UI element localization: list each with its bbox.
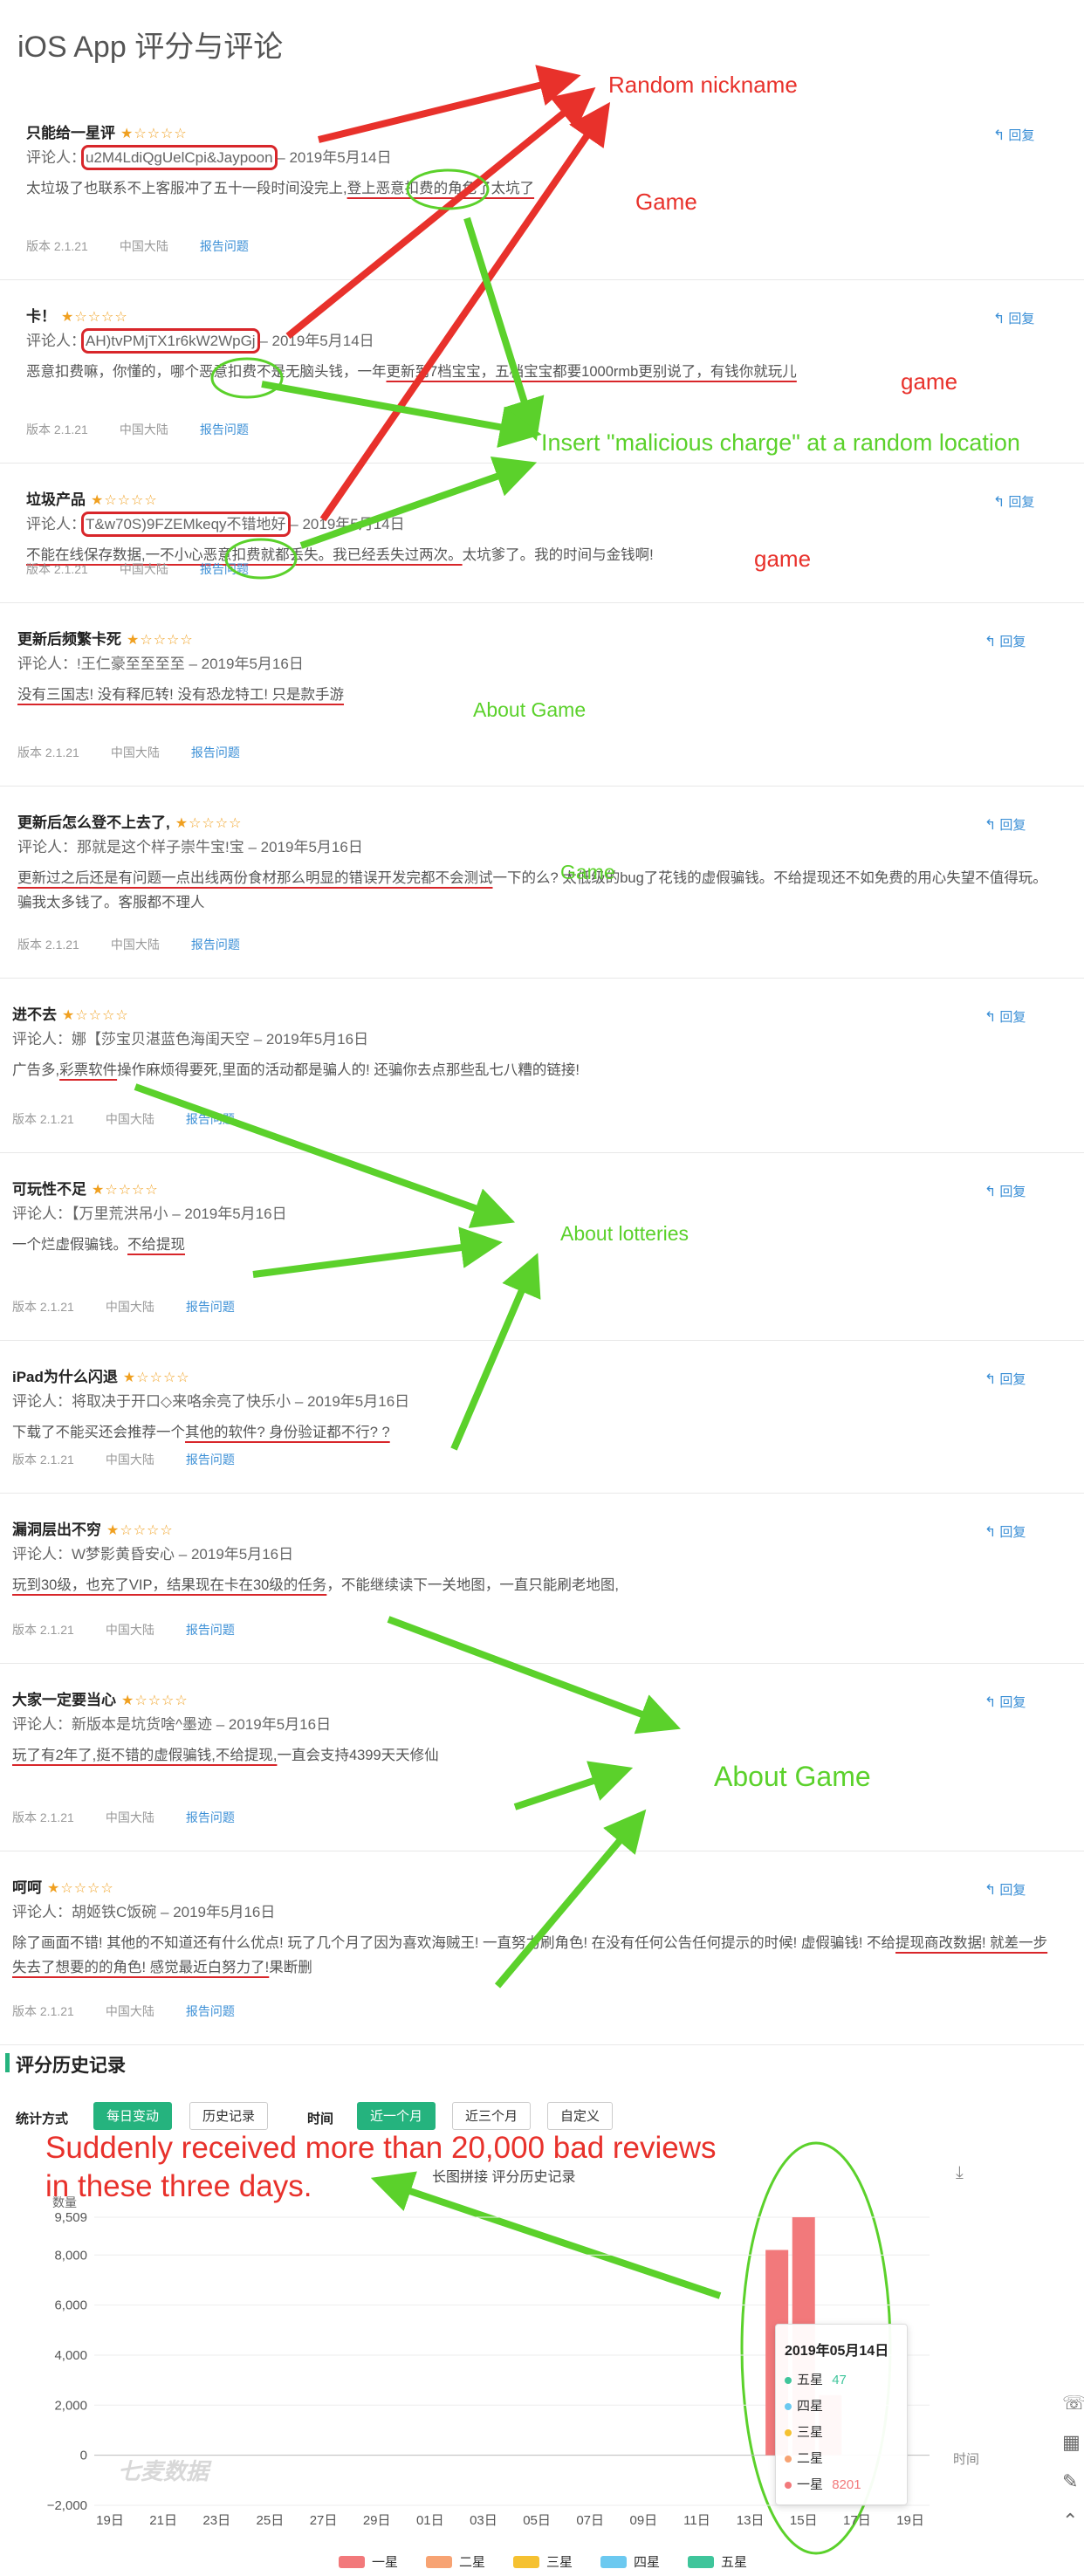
legend-item[interactable]: 二星 bbox=[426, 2552, 485, 2571]
x-tick-label: 25日 bbox=[257, 2513, 285, 2528]
circle-charge-3 bbox=[224, 538, 298, 580]
headset-icon[interactable]: ☏ bbox=[1062, 2392, 1084, 2415]
tooltip-date: 2019年05月14日 bbox=[785, 2344, 889, 2359]
y-tick-label: 0 bbox=[80, 2449, 87, 2463]
y-tick-label: 8,000 bbox=[54, 2248, 87, 2263]
x-axis-label: 时间 bbox=[953, 2452, 979, 2467]
legend-swatch bbox=[688, 2556, 714, 2568]
x-tick-label: 01日 bbox=[416, 2513, 444, 2528]
legend-item[interactable]: 一星 bbox=[339, 2552, 398, 2571]
arrow-lottery-2 bbox=[252, 1226, 503, 1278]
legend-item[interactable]: 四星 bbox=[600, 2552, 660, 2571]
last-three-months-button[interactable]: 近三个月 bbox=[452, 2102, 532, 2130]
watermark: 七麦数据 bbox=[118, 2458, 212, 2484]
legend-label: 一星 bbox=[372, 2555, 399, 2570]
x-tick-label: 27日 bbox=[310, 2513, 338, 2528]
x-tick-label: 19日 bbox=[96, 2513, 124, 2528]
download-icon[interactable]: ⤓ bbox=[956, 2163, 964, 2183]
x-tick-label: 07日 bbox=[576, 2513, 604, 2528]
y-tick-label: 6,000 bbox=[54, 2298, 87, 2313]
time-label: 时间 bbox=[307, 2112, 334, 2126]
arrow-nickname-2 bbox=[285, 86, 596, 340]
x-tick-label: 15日 bbox=[790, 2513, 818, 2528]
arrow-charge-1 bbox=[463, 216, 545, 442]
series-dot-icon bbox=[785, 2456, 792, 2463]
annotation-game-2: game bbox=[901, 368, 958, 395]
series-dot-icon bbox=[785, 2403, 792, 2411]
legend-label: 二星 bbox=[459, 2555, 486, 2570]
rating-history-chart: 9,509 8,000 6,000 4,000 2,000 0 −2,000 19日 21日 2… bbox=[47, 2195, 979, 2528]
x-tick-label: 05日 bbox=[523, 2513, 551, 2528]
arrow-game-2 bbox=[513, 1761, 634, 1810]
tooltip-row-label: 二星 bbox=[797, 2451, 824, 2466]
series-dot-icon bbox=[785, 2482, 792, 2490]
legend-swatch bbox=[339, 2556, 365, 2568]
last-month-button[interactable]: 近一个月 bbox=[357, 2102, 436, 2130]
y-tick-label: 9,509 bbox=[54, 2210, 87, 2225]
annotation-game-3: game bbox=[754, 546, 812, 572]
annotation-about-lotteries: About lotteries bbox=[560, 1222, 690, 1245]
section-title: 评分历史记录 bbox=[16, 2056, 126, 2076]
legend-item[interactable]: 五星 bbox=[688, 2552, 747, 2571]
x-tick-label: 13日 bbox=[737, 2513, 765, 2528]
custom-range-button[interactable]: 自定义 bbox=[547, 2102, 614, 2130]
y-tick-label: 2,000 bbox=[54, 2398, 87, 2413]
history-record-button[interactable]: 历史记录 bbox=[189, 2102, 269, 2130]
series-dot-icon bbox=[785, 2429, 792, 2437]
arrow-charge-2 bbox=[261, 381, 542, 448]
arrow-lottery-1 bbox=[134, 1083, 516, 1228]
tooltip-row-value: 47 bbox=[832, 2373, 847, 2387]
arrow-game-1 bbox=[387, 1616, 681, 1735]
x-tick-label: 23日 bbox=[202, 2513, 230, 2528]
legend-item[interactable]: 三星 bbox=[513, 2552, 573, 2571]
tooltip-row: 五星 47 bbox=[785, 2370, 847, 2388]
legend-label: 三星 bbox=[546, 2555, 573, 2570]
arrow-nickname-1 bbox=[318, 65, 581, 143]
top-icon[interactable]: ⌃ bbox=[1062, 2510, 1078, 2532]
x-tick-label: 17日 bbox=[843, 2513, 871, 2528]
annotation-bad-reviews-line-1: Suddenly received more than 20,000 bad r… bbox=[45, 2131, 717, 2165]
tooltip-row-label: 三星 bbox=[797, 2425, 824, 2440]
annotation-about-game-big: About Game bbox=[714, 1761, 871, 1792]
circle-charge-2 bbox=[210, 357, 284, 399]
legend-swatch bbox=[600, 2556, 627, 2568]
annotation-game-green: Game bbox=[560, 861, 615, 883]
daily-change-button[interactable]: 每日变动 bbox=[93, 2102, 173, 2130]
section-bar bbox=[5, 2053, 10, 2072]
x-tick-label: 19日 bbox=[896, 2513, 924, 2528]
legend-label: 五星 bbox=[721, 2555, 748, 2570]
x-tick-label: 09日 bbox=[629, 2513, 657, 2528]
x-tick-label: 11日 bbox=[683, 2513, 710, 2528]
legend-swatch bbox=[426, 2556, 452, 2568]
series-dot-icon bbox=[785, 2377, 792, 2385]
tooltip-row-label: 五星 bbox=[797, 2373, 824, 2387]
legend-label: 四星 bbox=[634, 2555, 661, 2570]
tooltip-row-label: 四星 bbox=[797, 2399, 824, 2414]
tooltip-row: 一星 8201 bbox=[785, 2475, 861, 2493]
arrow-nickname-3 bbox=[319, 101, 611, 522]
y-tick-label: 4,000 bbox=[54, 2348, 87, 2363]
annotation-insert-charge: Insert "malicious charge" at a random lo… bbox=[541, 429, 1020, 456]
tooltip-row-value: 8201 bbox=[832, 2477, 861, 2492]
stat-label: 统计方式 bbox=[16, 2112, 69, 2126]
chart-tooltip: 2019年05月14日 五星 47 四星 三星 二星 一星 8201 bbox=[775, 2324, 908, 2505]
x-tick-label: 21日 bbox=[149, 2513, 177, 2528]
annotation-game-1: Game bbox=[635, 189, 697, 215]
qrcode-icon[interactable]: ▦ bbox=[1062, 2431, 1081, 2454]
x-tick-label: 03日 bbox=[470, 2513, 497, 2528]
edit-icon[interactable]: ✎ bbox=[1062, 2470, 1078, 2493]
tooltip-row: 四星 bbox=[785, 2396, 828, 2415]
arrow-lottery-3 bbox=[450, 1253, 541, 1451]
y-axis-label: 数量 bbox=[52, 2195, 77, 2209]
tooltip-row: 三星 bbox=[785, 2422, 828, 2441]
tooltip-row-label: 一星 bbox=[797, 2477, 824, 2492]
tooltip-row: 二星 bbox=[785, 2449, 828, 2467]
annotation-random-nickname: Random nickname bbox=[608, 72, 798, 98]
x-tick-label: 29日 bbox=[363, 2513, 391, 2528]
legend-swatch bbox=[513, 2556, 539, 2568]
annotation-about-game-small: About Game bbox=[473, 698, 587, 721]
y-tick-label: −2,000 bbox=[47, 2498, 87, 2513]
arrow-game-3 bbox=[494, 1809, 647, 1989]
